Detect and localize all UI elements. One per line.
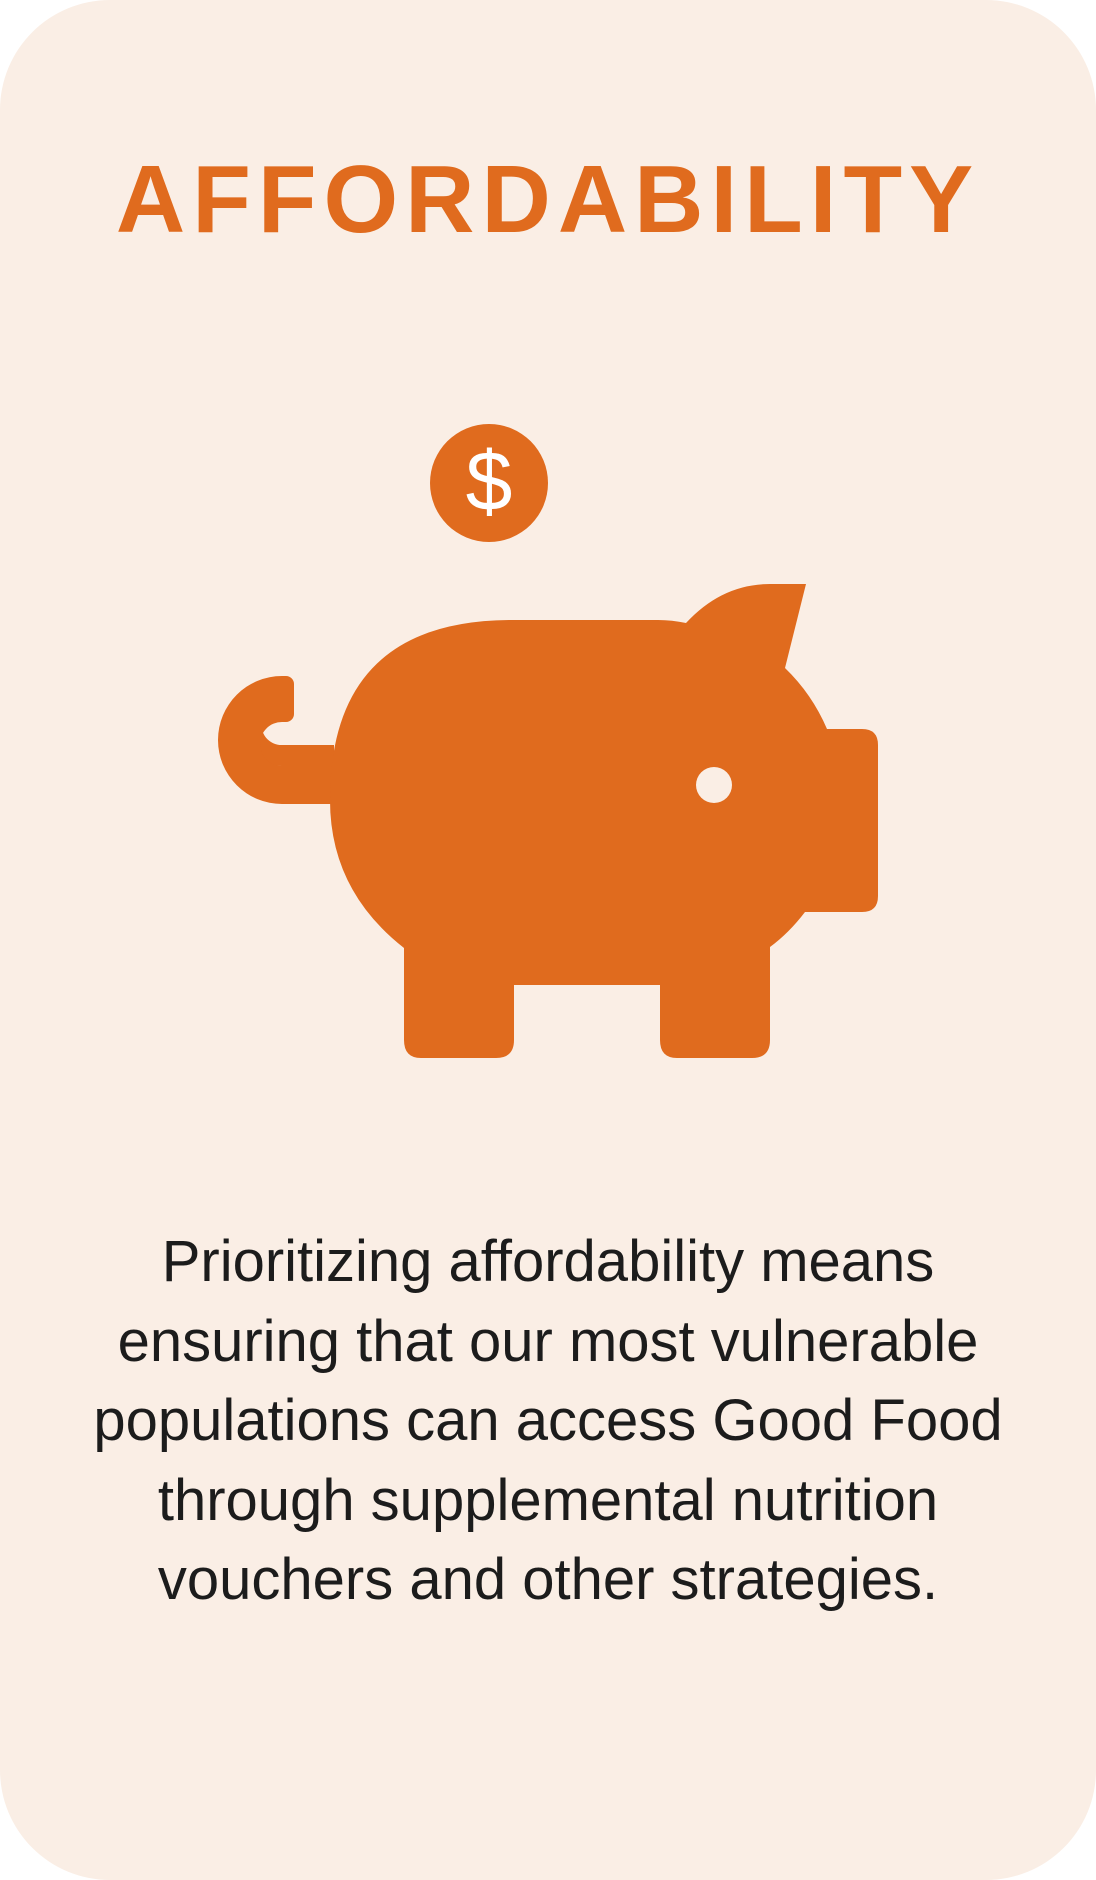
card-description: Prioritizing affordability means ensurin… <box>93 1229 1003 1612</box>
piggy-bank-icon: $ <box>218 424 878 1058</box>
svg-text:$: $ <box>466 434 513 528</box>
card-title: AFFORDABILITY <box>115 146 981 253</box>
dollar-coin-icon: $ <box>430 424 548 542</box>
affordability-card: AFFORDABILITY $ Prioritizing affordabili… <box>0 0 1096 1880</box>
